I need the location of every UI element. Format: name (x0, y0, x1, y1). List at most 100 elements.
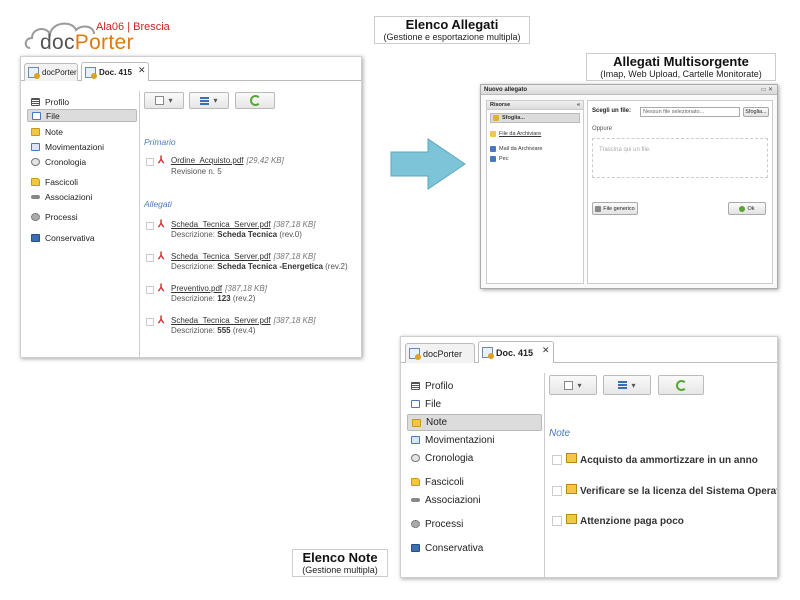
cronologia-icon (31, 157, 40, 166)
or-label: Oppure (592, 126, 613, 132)
attachment-size: [387,18 KB] (225, 284, 267, 293)
document-icon (482, 347, 494, 359)
processi-icon (31, 212, 40, 221)
attachment-name-link[interactable]: Scheda_Tecnica_Server.pdf [387,18 KB] (171, 316, 315, 325)
sidebar-item-processi[interactable]: Processi (407, 516, 542, 532)
file-icon (32, 111, 41, 120)
sidebar-item-label: Cronologia (45, 156, 87, 167)
sidebar-item-associazioni[interactable]: Associazioni (27, 190, 137, 203)
notes-panel: docPorter Doc. 415 ✕ Profilo File Note M… (400, 336, 778, 578)
resource-browse[interactable]: Sfoglia... (490, 113, 580, 123)
sidebar-item-associazioni[interactable]: Associazioni (407, 492, 542, 508)
tab-docporter[interactable]: docPorter (405, 343, 475, 363)
attachment-size: [387,18 KB] (273, 316, 316, 325)
list-icon (200, 96, 210, 105)
checkbox-icon (155, 96, 165, 105)
caption-allegati-multisorgente: Allegati Multisorgente (Imap, Web Upload… (586, 53, 776, 81)
refresh-button[interactable] (235, 92, 275, 109)
resource-pec[interactable]: Pec (490, 156, 508, 162)
file-generic-icon (595, 205, 602, 212)
note-item[interactable]: Verificare se la licenza del Sistema Ope… (580, 486, 777, 497)
actions-dropdown[interactable]: ▾ (189, 92, 229, 109)
sidebar-item-label: Processi (45, 211, 78, 222)
docporter-icon (409, 348, 421, 360)
sidebar-item-movimentazioni[interactable]: Movimentazioni (407, 432, 542, 448)
sidebar-item-label: File (425, 398, 442, 410)
row-checkbox[interactable] (146, 158, 154, 166)
row-checkbox[interactable] (146, 222, 154, 230)
row-checkbox[interactable] (552, 455, 562, 465)
ok-button[interactable]: Ok (728, 202, 766, 215)
sidebar-item-file[interactable]: File (27, 109, 137, 122)
sidebar-item-fascicoli[interactable]: Fascicoli (407, 474, 542, 490)
attachment-name-link[interactable]: Preventivo.pdf [387,18 KB] (171, 284, 267, 293)
movimentazioni-icon (411, 436, 420, 444)
fascicoli-icon (31, 177, 40, 186)
sidebar-item-profilo[interactable]: Profilo (27, 95, 137, 108)
processi-icon (411, 520, 420, 528)
sidebar-item-profilo[interactable]: Profilo (407, 378, 542, 394)
sidebar-item-conservativa[interactable]: Conservativa (407, 540, 542, 556)
note-item[interactable]: Acquisto da ammortizzare in un anno (580, 455, 758, 466)
row-checkbox[interactable] (146, 254, 154, 262)
row-checkbox[interactable] (146, 286, 154, 294)
sidebar-item-note[interactable]: Note (27, 125, 137, 138)
attachment-size: [387,18 KB] (273, 252, 316, 261)
pdf-icon (158, 315, 166, 327)
chevron-down-icon: ▾ (577, 380, 582, 390)
tab-label: docPorter (42, 68, 77, 77)
logo-name: docPorter (40, 31, 134, 54)
select-all-dropdown[interactable]: ▾ (144, 92, 184, 109)
browse-icon (493, 115, 499, 121)
cronologia-icon (411, 454, 420, 462)
file-input[interactable]: Nessun file selezionato... (640, 107, 740, 117)
profilo-icon (31, 97, 40, 106)
sidebar-item-label: Note (45, 126, 63, 137)
note-item[interactable]: Attenzione paga poco (580, 516, 684, 527)
close-tab-icon[interactable]: ✕ (542, 345, 550, 356)
row-checkbox[interactable] (146, 318, 154, 326)
sidebar-item-conservativa[interactable]: Conservativa (27, 231, 137, 244)
file-icon (411, 400, 420, 408)
attachment-name-link[interactable]: Ordine_Acquisto.pdf [29,42 KB] (171, 156, 284, 165)
document-icon (85, 66, 97, 79)
movimentazioni-icon (31, 142, 40, 151)
profilo-icon (411, 382, 420, 390)
sidebar-item-processi[interactable]: Processi (27, 210, 137, 223)
browse-button[interactable]: Sfoglia... (743, 107, 769, 117)
collapse-icon[interactable]: « (577, 101, 580, 110)
check-icon (739, 205, 746, 212)
caption-title: Allegati Multisorgente (613, 54, 749, 69)
note-icon (566, 514, 577, 524)
row-checkbox[interactable] (552, 486, 562, 496)
sidebar-item-file[interactable]: File (407, 396, 542, 412)
sidebar-item-movimentazioni[interactable]: Movimentazioni (27, 140, 137, 153)
window-controls[interactable]: ▭ ✕ (761, 86, 773, 93)
refresh-button[interactable] (658, 375, 704, 395)
pdf-icon (158, 283, 166, 295)
drop-zone[interactable]: Trascina qui un file. (592, 138, 768, 178)
resource-file-da-archiviare[interactable]: File da Archiviare (490, 131, 541, 137)
actions-dropdown[interactable]: ▾ (603, 375, 651, 395)
associazioni-icon (411, 498, 420, 502)
sidebar-item-fascicoli[interactable]: Fascicoli (27, 175, 137, 188)
sidebar-item-cronologia[interactable]: Cronologia (27, 155, 137, 168)
generic-file-button[interactable]: File generico (592, 202, 638, 215)
sidebar-item-note[interactable]: Note (407, 414, 542, 431)
attachment-description: Descrizione: Scheda Tecnica -Energetica … (171, 262, 348, 271)
caption-elenco-allegati: Elenco Allegati (Gestione e esportazione… (374, 16, 530, 44)
attachment-name-link[interactable]: Scheda_Tecnica_Server.pdf [387,18 KB] (171, 252, 315, 261)
caption-title: Elenco Note (302, 550, 378, 565)
caption-subtitle: (Gestione multipla) (302, 565, 378, 575)
tab-label: Doc. 415 (496, 347, 534, 358)
tab-docporter[interactable]: docPorter (24, 63, 78, 81)
resources-panel: Risorse « Sfoglia... File da Archiviare M… (486, 100, 584, 284)
attachment-name-link[interactable]: Scheda_Tecnica_Server.pdf [387,18 KB] (171, 220, 315, 229)
conservativa-icon (31, 233, 40, 242)
select-all-dropdown[interactable]: ▾ (549, 375, 597, 395)
close-tab-icon[interactable]: ✕ (138, 65, 146, 76)
row-checkbox[interactable] (552, 516, 562, 526)
primary-heading: Primario (144, 137, 176, 147)
resource-mail-da-archiviare[interactable]: Mail da Archiviare (490, 146, 542, 152)
sidebar-item-cronologia[interactable]: Cronologia (407, 450, 542, 466)
